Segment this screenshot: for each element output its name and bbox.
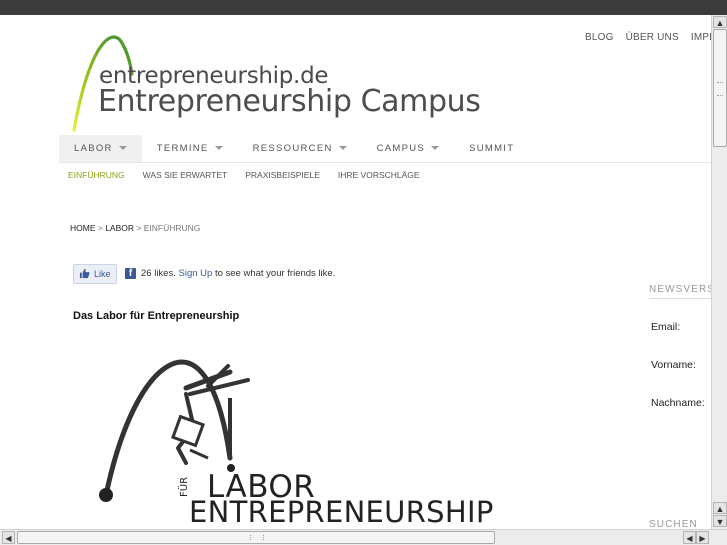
- browser-top-bar: [0, 0, 727, 15]
- breadcrumb-separator: >: [134, 223, 144, 233]
- scroll-down-icon[interactable]: ▼: [713, 515, 727, 527]
- main-nav: LABOR TERMINE RESSOURCEN CAMPUS SUMMIT: [59, 135, 529, 162]
- nachname-label: Nachname:: [651, 397, 705, 409]
- utility-link-blog[interactable]: BLOG: [585, 32, 614, 43]
- breadcrumb-current: EINFÜHRUNG: [143, 223, 201, 233]
- email-label: Email:: [651, 321, 681, 333]
- grip-icon: [717, 82, 723, 96]
- thumbs-up-icon: [79, 268, 90, 279]
- nav-item-campus[interactable]: CAMPUS: [362, 135, 454, 162]
- chevron-down-icon: [214, 146, 223, 151]
- scroll-left-icon[interactable]: ◀: [683, 531, 696, 544]
- subnav-item-praxis[interactable]: PRAXISBEISPIELE: [245, 170, 320, 180]
- nav-label: RESSOURCEN: [252, 143, 333, 154]
- logo-title[interactable]: Entrepreneurship Campus: [98, 84, 481, 119]
- utility-nav: BLOG ÜBER UNS IMPR: [585, 32, 726, 43]
- image-word-fuer: FÜR: [179, 476, 190, 497]
- nav-label: CAMPUS: [376, 143, 426, 154]
- chevron-down-icon: [431, 146, 440, 151]
- nav-item-ressourcen[interactable]: RESSOURCEN: [238, 135, 362, 162]
- facebook-icon: f: [125, 268, 136, 279]
- scroll-right-icon[interactable]: ▶: [696, 531, 709, 544]
- sub-nav: EINFÜHRUNG WAS SIE ERWARTET PRAXISBEISPI…: [68, 170, 438, 180]
- subnav-item-einfuehrung[interactable]: EINFÜHRUNG: [68, 170, 125, 180]
- nav-label: TERMINE: [156, 143, 209, 154]
- chevron-down-icon: [118, 146, 127, 151]
- chevron-down-icon: [338, 146, 347, 151]
- nav-divider: [59, 162, 711, 163]
- newsletter-title: NEWSVERS: [649, 284, 716, 295]
- breadcrumb: HOME > LABOR > EINFÜHRUNG: [70, 223, 200, 233]
- utility-link-about[interactable]: ÜBER UNS: [626, 32, 679, 43]
- content-title: Das Labor für Entrepreneurship: [73, 310, 240, 322]
- facebook-like-button[interactable]: Like: [73, 264, 117, 284]
- nav-item-termine[interactable]: TERMINE: [142, 135, 238, 162]
- breadcrumb-home[interactable]: HOME: [70, 223, 96, 233]
- like-suffix: to see what your friends like.: [214, 268, 336, 279]
- facebook-signup-link[interactable]: Sign Up: [179, 268, 213, 279]
- vertical-scrollbar[interactable]: ▲ ▲ ▼: [711, 15, 727, 529]
- nav-item-summit[interactable]: SUMMIT: [454, 135, 529, 162]
- subnav-item-vorschlaege[interactable]: IHRE VORSCHLÄGE: [338, 170, 420, 180]
- horizontal-scrollbar[interactable]: ◀ ◀ ▶: [0, 529, 727, 545]
- nav-item-labor[interactable]: LABOR: [59, 135, 142, 162]
- image-word-entrepreneurship: ENTREPRENEURSHIP: [189, 495, 494, 529]
- newsletter-divider: [649, 298, 711, 299]
- nav-label: SUMMIT: [469, 143, 515, 154]
- vorname-label: Vorname:: [651, 359, 696, 371]
- like-label: Like: [94, 269, 111, 279]
- like-count: 26 likes.: [141, 268, 176, 279]
- facebook-social-text: 26 likes. Sign Up to see what your frien…: [141, 268, 335, 279]
- horizontal-scroll-thumb[interactable]: [17, 531, 495, 544]
- scroll-left-icon[interactable]: ◀: [2, 531, 15, 544]
- grip-icon: [250, 535, 264, 540]
- breadcrumb-labor[interactable]: LABOR: [105, 223, 134, 233]
- scroll-up-icon[interactable]: ▲: [713, 502, 727, 514]
- scroll-up-icon[interactable]: ▲: [713, 16, 727, 28]
- nav-label: LABOR: [74, 143, 113, 154]
- vertical-scroll-thumb[interactable]: [713, 29, 727, 147]
- breadcrumb-separator: >: [95, 223, 106, 233]
- subnav-item-erwartet[interactable]: WAS SIE ERWARTET: [143, 170, 228, 180]
